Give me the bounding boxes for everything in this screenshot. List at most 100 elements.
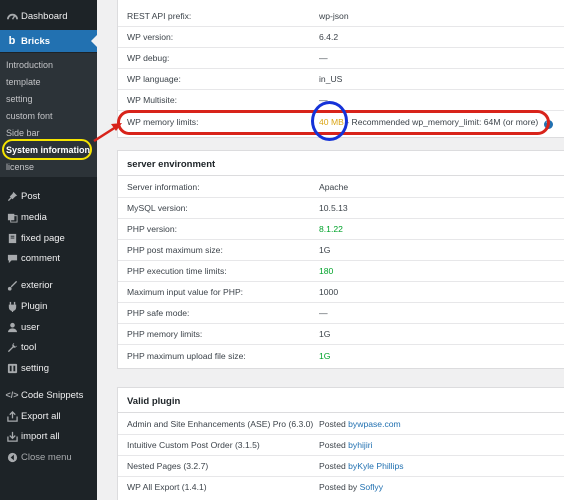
plugin-author-group: Posted by Soflyy <box>319 482 383 492</box>
row-key: PHP post maximum size: <box>127 245 223 255</box>
row-key: REST API prefix: <box>127 11 192 21</box>
plugin-author-link[interactable]: byKyle Phillips <box>348 461 403 471</box>
plugin-author-link[interactable]: byhijiri <box>348 440 372 450</box>
arrow-shaft <box>93 125 117 143</box>
row-value: 10.5.13 <box>319 203 348 213</box>
collapse-menu-button[interactable]: Close menu <box>0 447 97 467</box>
row-key: PHP execution time limits: <box>127 266 227 276</box>
row-value: 1G <box>319 329 331 339</box>
posted-by-prefix: by <box>348 482 360 492</box>
wrench-icon <box>5 340 19 354</box>
row-value: — <box>319 53 328 63</box>
plugin-author-group: Posted byhijiri <box>319 440 373 450</box>
menu-tool-label: tool <box>21 341 37 353</box>
row-value: 6.4.2 <box>319 32 339 42</box>
page-icon <box>5 231 19 245</box>
menu-exterior[interactable]: exterior <box>0 275 97 295</box>
row-value: Apache <box>319 182 349 192</box>
menu-import-all[interactable]: import all <box>0 426 97 446</box>
media-icon <box>5 210 19 224</box>
menu-code-snippets-label: Code Snippets <box>21 389 84 401</box>
submenu-custom-font[interactable]: custom font <box>6 111 53 121</box>
table-row: PHP safe mode: — <box>118 302 564 323</box>
menu-post-label: Post <box>21 190 41 202</box>
gauge-icon <box>5 9 19 23</box>
settings-icon <box>5 361 19 375</box>
menu-setting[interactable]: setting <box>0 358 97 378</box>
row-value: 1G <box>319 351 331 361</box>
row-key: WP version: <box>127 32 174 42</box>
annotation-blue-circle <box>311 101 348 141</box>
menu-user[interactable]: user <box>0 317 97 337</box>
plugin-row: Intuitive Custom Post Order (3.1.5) Post… <box>118 434 564 455</box>
row-value: in_US <box>319 74 343 84</box>
menu-fixed-page-label: fixed page <box>21 232 65 244</box>
table-row: WP language: in_US <box>118 68 564 89</box>
menu-user-label: user <box>21 321 40 333</box>
table-row: PHP post maximum size: 1G <box>118 239 564 260</box>
row-key: PHP version: <box>127 224 177 234</box>
plugin-name: Nested Pages (3.2.7) <box>127 461 209 471</box>
table-row: REST API prefix: wp-json <box>118 5 564 26</box>
plugin-row: Admin and Site Enhancements (ASE) Pro (6… <box>118 413 564 434</box>
row-key: PHP maximum upload file size: <box>127 351 246 361</box>
plugin-icon <box>5 299 19 313</box>
row-key: WP language: <box>127 74 181 84</box>
admin-sidebar: Dashboard b Bricks Introduction template… <box>0 0 97 500</box>
menu-media-label: media <box>21 211 47 223</box>
menu-code-snippets[interactable]: </> Code Snippets <box>0 385 97 405</box>
plugin-author-link[interactable]: Soflyy <box>360 482 383 492</box>
plugin-row: WP All Export (1.4.1) Posted by Soflyy <box>118 476 564 497</box>
menu-export-all[interactable]: Export all <box>0 406 97 426</box>
menu-setting-label: setting <box>21 362 49 374</box>
valid-plugin-panel: Valid plugin Admin and Site Enhancements… <box>117 387 564 500</box>
menu-export-all-label: Export all <box>21 410 61 422</box>
table-row: PHP maximum upload file size: 1G <box>118 345 564 366</box>
submenu-setting[interactable]: setting <box>6 94 33 104</box>
table-row: PHP memory limits: 1G <box>118 323 564 344</box>
plugin-name: Intuitive Custom Post Order (3.1.5) <box>127 440 260 450</box>
posted-label: Posted <box>319 440 346 450</box>
code-icon: </> <box>5 390 19 400</box>
comment-icon <box>5 251 19 265</box>
menu-dashboard[interactable]: Dashboard <box>0 6 97 26</box>
row-value: wp-json <box>319 11 349 21</box>
posted-label: Posted <box>319 461 346 471</box>
row-value: 8.1.22 <box>319 224 343 234</box>
menu-tool[interactable]: tool <box>0 337 97 357</box>
submenu-license[interactable]: license <box>6 162 34 172</box>
row-key: Server information: <box>127 182 200 192</box>
menu-comment-label: comment <box>21 252 61 264</box>
server-environment-panel: server environment Server information: A… <box>117 150 564 369</box>
table-row: MySQL version: 10.5.13 <box>118 197 564 218</box>
menu-bricks[interactable]: b Bricks <box>0 30 97 52</box>
pin-icon <box>5 189 19 203</box>
table-row: PHP execution time limits: 180 <box>118 260 564 281</box>
row-key: PHP safe mode: <box>127 308 190 318</box>
panel-title: Valid plugin <box>127 396 181 407</box>
submenu-side-bar[interactable]: Side bar <box>6 128 40 138</box>
plugin-name: Admin and Site Enhancements (ASE) Pro (6… <box>127 419 314 429</box>
row-value: 1000 <box>319 287 339 297</box>
row-value: — <box>319 308 328 318</box>
menu-dashboard-label: Dashboard <box>21 10 68 22</box>
menu-media[interactable]: media <box>0 207 97 227</box>
posted-label: Posted <box>319 482 346 492</box>
menu-comment[interactable]: comment <box>0 248 97 268</box>
table-row: WP debug: — <box>118 47 564 68</box>
row-value: 1G <box>319 245 331 255</box>
menu-post[interactable]: Post <box>0 186 97 206</box>
menu-exterior-label: exterior <box>21 279 53 291</box>
table-row: WP version: 6.4.2 <box>118 26 564 47</box>
submenu-introduction[interactable]: Introduction <box>6 60 53 70</box>
row-key: PHP memory limits: <box>127 329 203 339</box>
bricks-logo-icon: b <box>8 35 16 47</box>
menu-bricks-label: Bricks <box>21 35 51 47</box>
export-icon <box>5 409 19 423</box>
menu-plugin[interactable]: Plugin <box>0 296 97 316</box>
menu-fixed-page[interactable]: fixed page <box>0 228 97 248</box>
table-row: Server information: Apache <box>118 176 564 197</box>
submenu-template[interactable]: template <box>6 77 41 87</box>
plugin-author-link[interactable]: bywpase.com <box>348 419 401 429</box>
menu-import-all-label: import all <box>21 430 60 442</box>
